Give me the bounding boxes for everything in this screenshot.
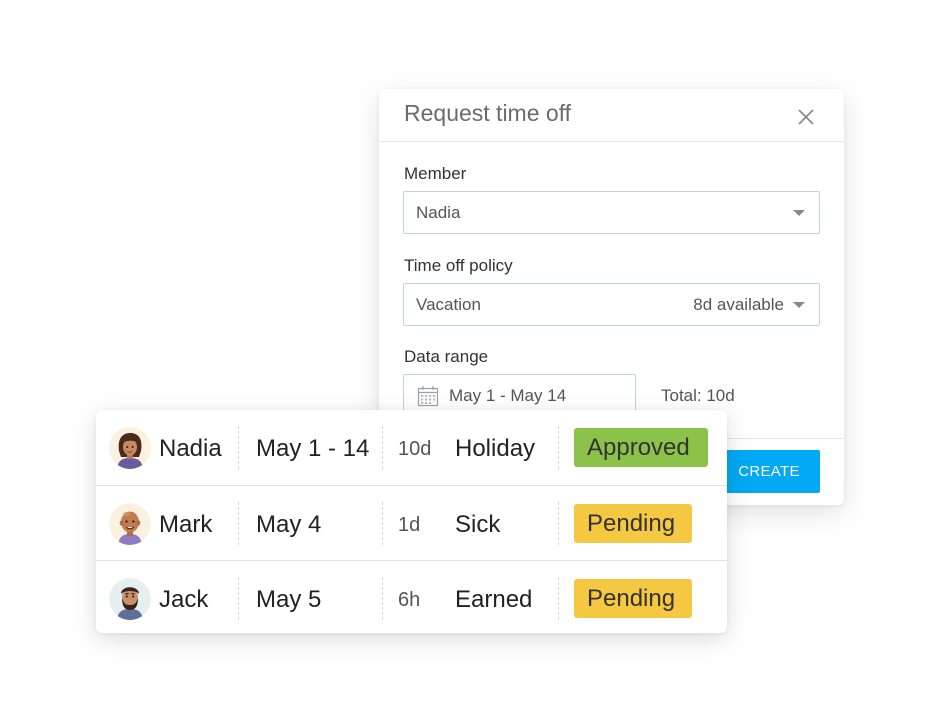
policy-select[interactable]: Vacation 8d available <box>403 283 820 326</box>
dialog-header: Request time off <box>379 89 844 142</box>
policy-available: 8d available <box>693 295 784 314</box>
policy-label: Time off policy <box>404 256 513 275</box>
request-duration: 1d <box>398 514 421 536</box>
member-name: Jack <box>159 586 209 613</box>
request-type: Sick <box>455 511 501 538</box>
divider <box>382 577 383 620</box>
status-badge: Pending <box>574 579 692 618</box>
divider <box>382 502 383 545</box>
chevron-down-icon <box>793 302 805 308</box>
divider <box>558 577 559 620</box>
divider <box>238 577 239 620</box>
member-name: Mark <box>159 511 213 538</box>
request-duration: 10d <box>398 438 432 460</box>
member-select-value: Nadia <box>416 203 461 222</box>
request-duration: 6h <box>398 589 421 611</box>
request-dates: May 4 <box>256 511 322 538</box>
divider <box>558 502 559 545</box>
divider <box>238 426 239 469</box>
request-type: Earned <box>455 586 533 613</box>
request-dates: May 5 <box>256 586 322 613</box>
member-label: Member <box>404 164 467 183</box>
calendar-icon <box>416 384 440 408</box>
status-badge: Pending <box>574 504 692 543</box>
list-item[interactable]: Jack May 5 6h Earned Pending <box>96 560 727 635</box>
avatar <box>109 427 151 469</box>
list-item[interactable]: Mark May 4 1d Sick Pending <box>96 485 727 560</box>
chevron-down-icon <box>793 210 805 216</box>
close-icon[interactable] <box>793 104 819 130</box>
date-range-value: May 1 - May 14 <box>449 386 567 405</box>
request-dates: May 1 - 14 <box>256 435 370 462</box>
list-item[interactable]: Nadia May 1 - 14 10d Holiday Approved <box>96 410 727 485</box>
request-type: Holiday <box>455 435 536 462</box>
date-range-label: Data range <box>404 347 489 366</box>
avatar <box>109 578 151 620</box>
divider <box>558 426 559 469</box>
divider <box>382 426 383 469</box>
status-badge: Approved <box>574 428 708 467</box>
avatar <box>109 503 151 545</box>
time-off-requests-list: Nadia May 1 - 14 10d Holiday Approved Ma… <box>96 410 727 633</box>
total-duration: Total: 10d <box>661 386 735 405</box>
member-select[interactable]: Nadia <box>403 191 820 234</box>
policy-select-value: Vacation <box>416 295 481 314</box>
dialog-title: Request time off <box>404 100 572 126</box>
member-name: Nadia <box>159 435 222 462</box>
divider <box>238 502 239 545</box>
create-button[interactable]: CREATE <box>718 450 820 493</box>
